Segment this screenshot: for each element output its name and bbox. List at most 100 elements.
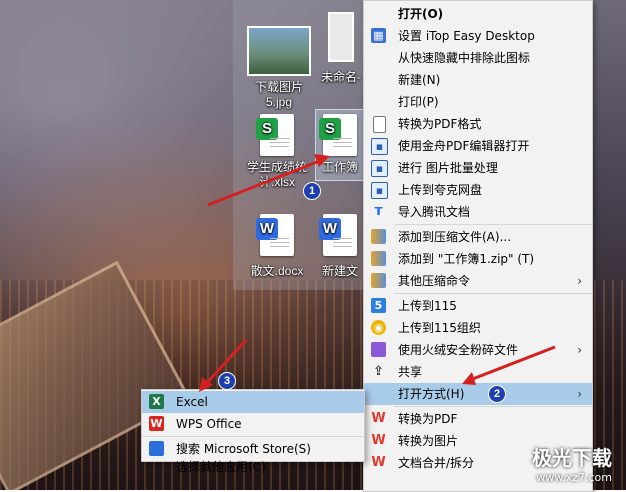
wps-writer-badge: W [319, 218, 341, 240]
menu-item-label: 从快速隐藏中排除此图标 [398, 51, 531, 65]
wps-office-icon: W [149, 416, 164, 431]
desktop-icon-label: 下载图片 [254, 80, 303, 94]
menu-item-label: 导入腾讯文档 [398, 205, 471, 219]
watermark: 极光下载 www.xz7.com [532, 442, 612, 484]
menu-item-share[interactable]: ⇪ 共享 [364, 361, 592, 383]
115-icon: 5 [371, 298, 386, 313]
menu-item-label: 进行 图片批量处理 [398, 161, 498, 175]
menu-item-label: 使用火绒安全粉碎文件 [398, 343, 519, 357]
menu-item-upload-115-org[interactable]: ◉ 上传到115组织 [364, 317, 592, 339]
menu-item-label: 打开方式(H) [398, 387, 465, 401]
chevron-right-icon: › [577, 274, 582, 288]
spreadsheet-icon: S [319, 114, 357, 156]
watermark-site: www.xz7.com [536, 471, 612, 484]
chevron-right-icon: › [577, 387, 582, 401]
menu-item-itop[interactable]: ▦ 设置 iTop Easy Desktop [364, 25, 592, 47]
menu-separator [142, 436, 364, 437]
menu-item-huorong-shred[interactable]: 使用火绒安全粉碎文件 › [364, 339, 592, 361]
menu-item-upload-115[interactable]: 5 上传到115 [364, 295, 592, 317]
open-with-excel[interactable]: X Excel [142, 391, 364, 413]
desktop-icon-untitled[interactable]: 未命名- [316, 12, 366, 85]
menu-item-add-zip[interactable]: 添加到 "工作簿1.zip" (T) [364, 248, 592, 270]
menu-item-label: 上传到115 [398, 299, 457, 313]
desktop-icon-label: 5.jpg [265, 95, 293, 109]
store-icon [149, 441, 164, 456]
wps-icon: W [371, 411, 386, 426]
wps-icon: W [371, 433, 386, 448]
cloud-icon: ▪ [371, 182, 388, 199]
archive-icon [371, 229, 386, 244]
menu-item-label: 选择其他应用(C) [176, 460, 266, 474]
menu-item-label: 打开(O) [398, 7, 444, 21]
wps-sheet-badge: S [256, 118, 278, 140]
menu-item-tencent-docs[interactable]: ᴛ 导入腾讯文档 [364, 201, 592, 223]
spreadsheet-icon: S [256, 114, 294, 156]
menu-separator [394, 293, 592, 294]
desktop-icon-workbook1[interactable]: S 工作簿 [315, 109, 365, 181]
desktop-icon-label: 工作簿 [321, 160, 358, 174]
menu-item-label: 添加到 "工作簿1.zip" (T) [398, 252, 535, 266]
menu-item-exclude-hide[interactable]: 从快速隐藏中排除此图标 [364, 47, 592, 69]
share-icon: ⇪ [373, 364, 384, 379]
menu-item-label: 新建(N) [398, 73, 441, 87]
menu-item-label: 其他压缩命令 [398, 274, 471, 288]
archive-icon [371, 273, 386, 288]
desktop-icon-label: 散文.docx [250, 264, 304, 278]
menu-separator [394, 224, 592, 225]
desktop-icon-label: 未命名- [321, 70, 361, 84]
menu-item-label: 转换为PDF [398, 412, 458, 426]
desktop-icon-image1[interactable]: 下载图片 5.jpg [240, 26, 318, 110]
menu-item-quark-upload[interactable]: ▪ 上传到夸克网盘 [364, 179, 592, 201]
document-icon [373, 116, 386, 133]
desktop-icon-new-doc[interactable]: W 新建文 [316, 214, 364, 279]
menu-item-label: Excel [176, 395, 208, 409]
menu-item-label: WPS Office [176, 417, 242, 431]
itop-icon: ▦ [371, 28, 386, 43]
menu-item-convert-pdf-format[interactable]: 转换为PDF格式 [364, 113, 592, 135]
tencent-docs-icon: ᴛ [374, 203, 383, 219]
open-with-choose-other[interactable]: 选择其他应用(C) [142, 456, 364, 478]
menu-item-add-archive[interactable]: 添加到压缩文件(A)... [364, 226, 592, 248]
menu-item-jinzhou-pdf[interactable]: ▪ 使用金舟PDF编辑器打开 [364, 135, 592, 157]
desktop-icon-student-xlsx[interactable]: S 学生成绩统 计.xlsx [238, 114, 316, 190]
menu-item-label: 打印(P) [398, 95, 439, 109]
wps-sheet-badge: S [319, 118, 341, 140]
open-with-wps-office[interactable]: W WPS Office [142, 413, 364, 435]
menu-item-label: 文档合并/拆分 [398, 456, 475, 470]
document-icon: W [256, 214, 294, 256]
image-batch-icon: ▪ [371, 160, 388, 177]
archive-icon [371, 251, 386, 266]
menu-item-label: 共享 [398, 365, 423, 379]
desktop-icon-essay-docx[interactable]: W 散文.docx [238, 214, 316, 279]
menu-item-other-compress[interactable]: 其他压缩命令 › [364, 270, 592, 292]
menu-item-label: 转换为图片 [398, 434, 459, 448]
menu-item-label: 设置 iTop Easy Desktop [398, 29, 535, 43]
menu-item-open[interactable]: 打开(O) [364, 3, 592, 25]
wps-icon: W [371, 455, 386, 470]
menu-item-wps-to-pdf[interactable]: W 转换为PDF [364, 408, 592, 430]
document-icon: W [319, 214, 357, 256]
context-menu: 打开(O) ▦ 设置 iTop Easy Desktop 从快速隐藏中排除此图标 … [363, 0, 593, 492]
menu-item-label: 使用金舟PDF编辑器打开 [398, 139, 530, 153]
image-file-icon [328, 12, 354, 62]
desktop-icon-label: 学生成绩统 [246, 160, 307, 174]
menu-item-label: 上传到夸克网盘 [398, 183, 483, 197]
menu-item-new[interactable]: 新建(N) [364, 69, 592, 91]
chevron-right-icon: › [577, 343, 582, 357]
115-org-icon: ◉ [371, 320, 386, 335]
menu-item-print[interactable]: 打印(P) [364, 91, 592, 113]
desktop-icon-label: 新建文 [321, 264, 358, 278]
annotation-number-3: 3 [218, 372, 236, 390]
pdf-editor-icon: ▪ [371, 138, 388, 155]
annotation-number-2: 2 [488, 385, 506, 403]
menu-item-image-batch[interactable]: ▪ 进行 图片批量处理 [364, 157, 592, 179]
menu-separator [394, 406, 592, 407]
annotation-number-1: 1 [303, 182, 321, 200]
menu-item-label: 转换为PDF格式 [398, 117, 482, 131]
menu-item-label: 上传到115组织 [398, 321, 481, 335]
menu-item-open-with[interactable]: 打开方式(H) › [364, 383, 592, 405]
wps-writer-badge: W [256, 218, 278, 240]
menu-item-label: 搜索 Microsoft Store(S) [176, 442, 311, 456]
excel-icon: X [149, 394, 164, 409]
open-with-submenu: X Excel W WPS Office 搜索 Microsoft Store(S)… [141, 389, 365, 474]
